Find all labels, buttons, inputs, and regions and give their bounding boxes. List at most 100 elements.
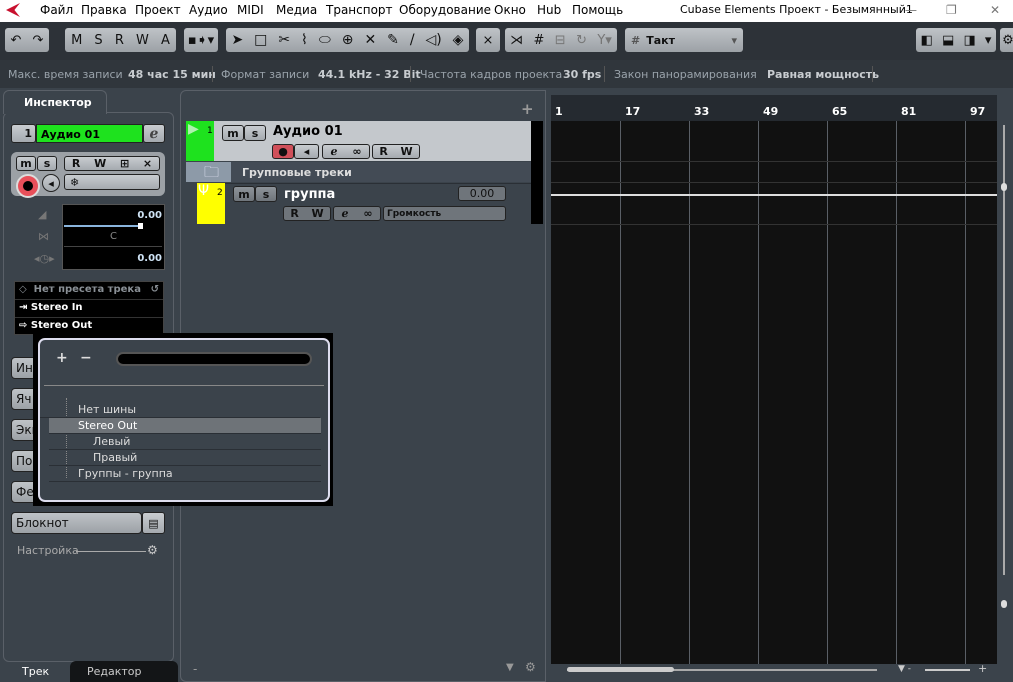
snap-icon[interactable]: ⋊ xyxy=(510,33,523,48)
menu-media[interactable]: Медиа xyxy=(276,3,317,17)
track-menu-icon[interactable]: ▼ xyxy=(506,662,514,673)
zoom-tool-icon[interactable]: ⊕ xyxy=(342,32,354,48)
track-monitor-button[interactable]: ◂ xyxy=(294,144,319,159)
bypass-icon[interactable]: ⨯ xyxy=(143,157,152,170)
tab-track[interactable]: Трек xyxy=(22,665,49,678)
menu-project[interactable]: Проект xyxy=(135,3,181,17)
volume-value[interactable]: 0.00 xyxy=(137,210,162,221)
setup-label[interactable]: Настройка xyxy=(17,544,79,557)
speaker-tool-icon[interactable]: ◁) xyxy=(425,32,441,48)
minimize-button[interactable]: — xyxy=(905,3,917,17)
expand-all-button[interactable]: + xyxy=(56,350,68,366)
pan-value[interactable]: C xyxy=(110,231,117,242)
bus-item-right[interactable]: Правый xyxy=(49,450,321,466)
track-settings-gear-icon[interactable]: ⚙ xyxy=(525,660,536,674)
frame-rate-value[interactable]: 30 fps xyxy=(563,68,601,81)
menu-window[interactable]: Окно xyxy=(494,3,526,17)
volume-slider[interactable] xyxy=(64,225,140,227)
settings-gear-icon[interactable]: ⚙ xyxy=(1000,28,1013,52)
menu-devices[interactable]: Оборудование xyxy=(399,3,491,17)
add-track-button[interactable]: + xyxy=(521,100,534,118)
bus-item-none[interactable]: Нет шины xyxy=(40,402,320,418)
undo-icon[interactable]: ↶ xyxy=(11,33,22,48)
automation-button[interactable]: A xyxy=(161,33,170,48)
track-color-strip[interactable]: ▶ 1 xyxy=(186,121,214,161)
solo-button[interactable]: s xyxy=(37,156,57,171)
automation-parameter-select[interactable]: Громкость xyxy=(383,206,506,221)
mute-tool-icon[interactable]: ✕ xyxy=(364,32,376,48)
tab-inspector[interactable]: Инспектор xyxy=(3,90,107,114)
track-edit-group[interactable]: ℯ ∞ xyxy=(322,144,370,159)
edit-channel-icon[interactable]: ℯ xyxy=(143,124,165,143)
pan-law-value[interactable]: Равная мощность xyxy=(767,68,879,81)
collapse-all-button[interactable]: − xyxy=(80,350,92,366)
monitor-button[interactable]: ◂ xyxy=(42,174,60,192)
menu-edit[interactable]: Правка xyxy=(81,3,127,17)
right-zone-icon[interactable]: ◨ xyxy=(963,33,975,48)
tab-editor[interactable]: Редактор xyxy=(70,661,178,682)
close-button[interactable]: ✕ xyxy=(990,3,1000,17)
inspector-track-name[interactable]: Аудио 01 xyxy=(36,124,143,143)
record-enable-button[interactable] xyxy=(16,174,40,198)
split-tool-icon[interactable]: ✂ xyxy=(278,32,290,48)
group-track-name[interactable]: группа xyxy=(284,187,335,202)
left-zone-icon[interactable]: ◧ xyxy=(921,33,933,48)
pointer-tool-icon[interactable]: ➤ xyxy=(231,32,243,48)
notepad-section[interactable]: Блокнот xyxy=(11,512,142,534)
erase-tool-icon[interactable]: ⬭ xyxy=(319,32,331,48)
track-name[interactable]: Аудио 01 xyxy=(273,124,343,139)
horizontal-zoom-slider[interactable] xyxy=(925,669,970,671)
cycle-icon[interactable]: ↻ xyxy=(576,33,587,48)
track-mute-button[interactable]: m xyxy=(222,125,244,141)
track-solo-button[interactable]: s xyxy=(244,125,266,141)
freeze-button[interactable]: ❄ xyxy=(64,174,160,190)
quantize-icon[interactable]: ⊟ xyxy=(555,33,566,48)
line-tool-icon[interactable]: / xyxy=(410,32,415,48)
group-mute-button[interactable]: m xyxy=(233,186,255,202)
menu-transport[interactable]: Транспорт xyxy=(326,3,393,17)
pan-slider[interactable] xyxy=(64,246,162,247)
grid-icon[interactable]: # xyxy=(534,33,545,48)
menu-hub[interactable]: Hub xyxy=(537,3,561,17)
grid-type-select[interactable]: # Такт ▾ xyxy=(625,28,743,52)
horizontal-scroll-thumb[interactable] xyxy=(567,667,674,672)
group-edit-group[interactable]: ℯ ∞ xyxy=(333,206,381,221)
menu-midi[interactable]: MIDI xyxy=(237,3,264,17)
track-preset-selector[interactable]: ◇ Нет пресета трека ↺ xyxy=(15,282,163,300)
write-button[interactable]: W xyxy=(136,33,149,48)
delay-value[interactable]: 0.00 xyxy=(137,253,162,264)
track-row-group-folder[interactable]: Групповые треки xyxy=(231,162,531,182)
group-track-color-strip[interactable]: Ψ2 xyxy=(197,183,225,224)
rec-format-value[interactable]: 44.1 kHz - 32 Bit xyxy=(318,68,421,81)
funnel-icon[interactable]: Y▾ xyxy=(597,33,611,48)
rec-time-value[interactable]: 48 час 15 мин xyxy=(128,68,216,81)
read-button[interactable]: R xyxy=(115,33,124,48)
read-button[interactable]: R xyxy=(72,157,80,170)
zoom-in-button[interactable]: + xyxy=(978,662,987,675)
volume-handle[interactable] xyxy=(138,223,143,229)
bus-item-stereo-out[interactable]: Stereo Out xyxy=(49,418,321,434)
menu-audio[interactable]: Аудио xyxy=(189,3,228,17)
group-solo-button[interactable]: s xyxy=(255,186,277,202)
glue-tool-icon[interactable]: ⌇ xyxy=(301,32,308,48)
input-routing[interactable]: ⇥ Stereo In xyxy=(15,300,163,318)
group-rw-group[interactable]: RW xyxy=(283,206,331,221)
solo-button[interactable]: S xyxy=(94,33,102,48)
maximize-button[interactable]: ❐ xyxy=(946,3,957,17)
redo-icon[interactable]: ↷ xyxy=(33,33,44,48)
mute-button[interactable]: m xyxy=(16,156,36,171)
group-volume-value[interactable]: 0.00 xyxy=(458,186,506,201)
search-input[interactable] xyxy=(116,352,312,366)
menu-help[interactable]: Помощь xyxy=(572,3,623,17)
range-tool-icon[interactable]: □ xyxy=(254,32,267,48)
autoscroll-button[interactable]: ▪➧▾ xyxy=(184,28,218,52)
color-tool-icon[interactable]: ◈ xyxy=(453,32,464,48)
editor-icon[interactable]: ⊞ xyxy=(120,157,129,170)
notepad-icon[interactable]: ▤ xyxy=(142,512,165,534)
timeline-ruler[interactable]: 1 17 33 49 65 81 97 xyxy=(551,95,997,121)
menu-file[interactable]: Файл xyxy=(40,3,73,17)
zoom-out-tracks[interactable]: - xyxy=(193,662,197,676)
setup-gear-icon[interactable]: ⚙ xyxy=(147,543,158,557)
bottom-zone-icon[interactable]: ⬓ xyxy=(942,33,954,48)
draw-tool-icon[interactable]: ✎ xyxy=(387,32,399,48)
